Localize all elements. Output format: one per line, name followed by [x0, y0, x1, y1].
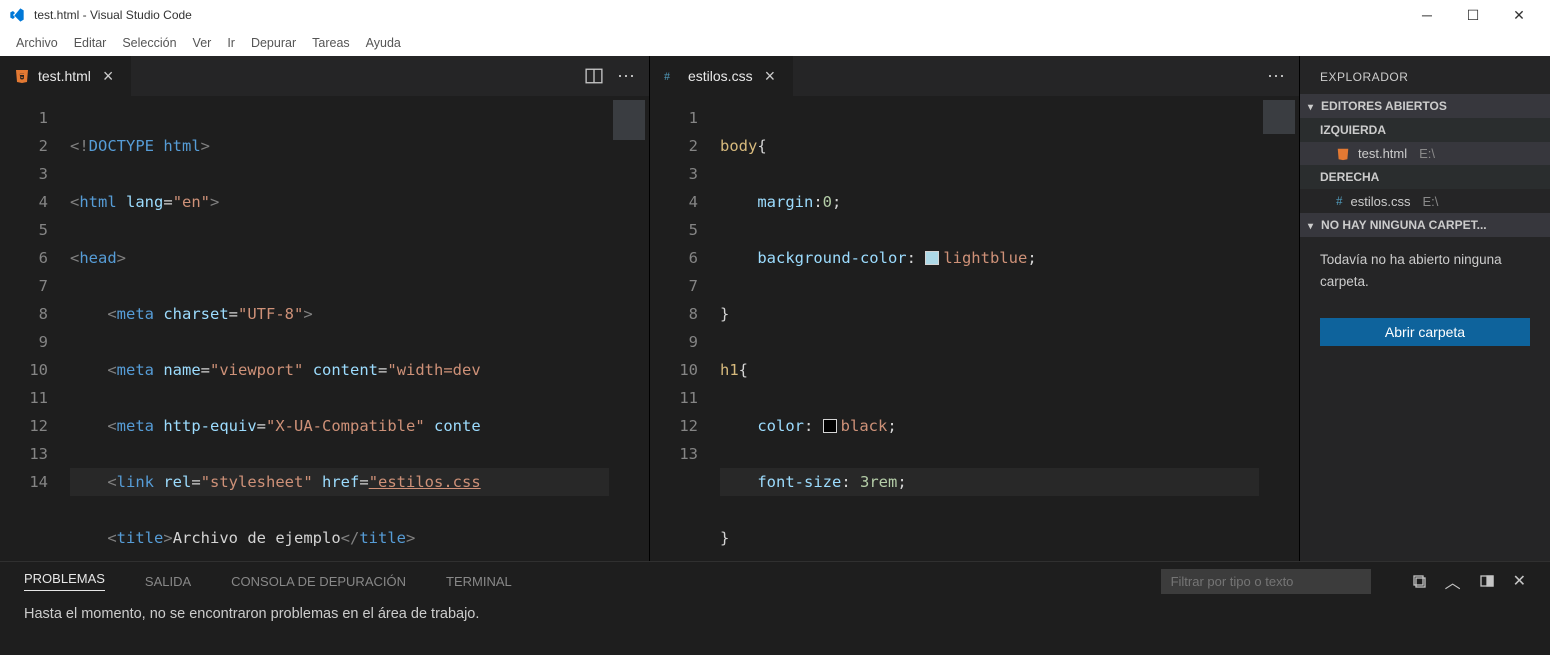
- group-right-header[interactable]: DERECHA: [1300, 165, 1550, 189]
- editor-group-left: test.html × ⋯ 1234567891011121314 <!DOCT…: [0, 56, 650, 561]
- panel-filter-input[interactable]: [1161, 569, 1371, 594]
- close-tab-icon[interactable]: ×: [761, 66, 780, 87]
- close-panel-icon[interactable]: ✕: [1513, 571, 1526, 591]
- explorer-title: EXPLORADOR: [1300, 56, 1550, 94]
- toggle-layout-icon[interactable]: [1479, 573, 1495, 589]
- maximize-button[interactable]: ☐: [1450, 0, 1496, 30]
- tab-estilos-css[interactable]: # estilos.css ×: [650, 56, 793, 96]
- open-folder-button[interactable]: Abrir carpeta: [1320, 318, 1530, 346]
- tab-label: estilos.css: [688, 68, 753, 84]
- no-folder-header[interactable]: NO HAY NINGUNA CARPET...: [1300, 213, 1550, 237]
- minimize-button[interactable]: ─: [1404, 0, 1450, 30]
- window-title: test.html - Visual Studio Code: [34, 8, 192, 22]
- titlebar: test.html - Visual Studio Code ─ ☐ ✕: [0, 0, 1550, 30]
- color-swatch-lightblue: [925, 251, 939, 265]
- gutter: 12345678910111213: [650, 96, 720, 561]
- tab-label: test.html: [38, 68, 91, 84]
- menu-editar[interactable]: Editar: [66, 33, 115, 53]
- code-content[interactable]: body{ margin:0; background-color: lightb…: [720, 96, 1299, 561]
- menu-ir[interactable]: Ir: [219, 33, 243, 53]
- tabbar-left: test.html × ⋯: [0, 56, 649, 96]
- split-editor-icon[interactable]: [585, 67, 603, 85]
- svg-text:#: #: [664, 69, 670, 83]
- collapse-all-icon[interactable]: [1411, 573, 1427, 589]
- panel-tab-salida[interactable]: SALIDA: [145, 574, 191, 589]
- open-editor-estilos-css[interactable]: # estilos.css E:\: [1300, 189, 1550, 213]
- file-location: E:\: [1422, 194, 1438, 209]
- html-file-icon: [1336, 147, 1350, 161]
- menu-ayuda[interactable]: Ayuda: [358, 33, 409, 53]
- chevron-up-icon[interactable]: ︿: [1445, 569, 1461, 593]
- tabbar-right: # estilos.css × ⋯: [650, 56, 1299, 96]
- css-file-icon: #: [1336, 193, 1343, 209]
- tab-test-html[interactable]: test.html ×: [0, 56, 131, 96]
- minimap[interactable]: [609, 96, 649, 561]
- group-left-header[interactable]: IZQUIERDA: [1300, 118, 1550, 142]
- no-folder-message: Todavía no ha abierto ninguna carpeta.: [1300, 237, 1550, 304]
- editor-area: test.html × ⋯ 1234567891011121314 <!DOCT…: [0, 56, 1300, 561]
- code-content[interactable]: <!DOCTYPE html> <html lang="en"> <head> …: [70, 96, 649, 561]
- close-window-button[interactable]: ✕: [1496, 0, 1542, 30]
- more-actions-icon[interactable]: ⋯: [1267, 66, 1285, 87]
- close-tab-icon[interactable]: ×: [99, 66, 118, 87]
- explorer-sidebar: EXPLORADOR EDITORES ABIERTOS IZQUIERDA t…: [1300, 56, 1550, 561]
- panel-message: Hasta el momento, no se encontraron prob…: [0, 600, 1550, 628]
- editor-group-right: # estilos.css × ⋯ 12345678910111213 body…: [650, 56, 1300, 561]
- code-editor-left[interactable]: 1234567891011121314 <!DOCTYPE html> <htm…: [0, 96, 649, 561]
- css-file-icon: #: [664, 68, 680, 84]
- workspace: test.html × ⋯ 1234567891011121314 <!DOCT…: [0, 56, 1550, 561]
- menu-archivo[interactable]: Archivo: [8, 33, 66, 53]
- menu-tareas[interactable]: Tareas: [304, 33, 358, 53]
- panel-tab-consola[interactable]: CONSOLA DE DEPURACIÓN: [231, 574, 406, 589]
- panel-tab-terminal[interactable]: TERMINAL: [446, 574, 512, 589]
- open-editor-test-html[interactable]: test.html E:\: [1300, 142, 1550, 165]
- color-swatch-black: [823, 419, 837, 433]
- menu-ver[interactable]: Ver: [185, 33, 220, 53]
- menubar: Archivo Editar Selección Ver Ir Depurar …: [0, 30, 1550, 56]
- menu-depurar[interactable]: Depurar: [243, 33, 304, 53]
- file-location: E:\: [1419, 146, 1435, 161]
- more-actions-icon[interactable]: ⋯: [617, 66, 635, 87]
- gutter: 1234567891011121314: [0, 96, 70, 561]
- file-name: test.html: [1358, 146, 1407, 161]
- open-editors-header[interactable]: EDITORES ABIERTOS: [1300, 94, 1550, 118]
- vscode-icon: [8, 6, 26, 24]
- minimap[interactable]: [1259, 96, 1299, 561]
- menu-seleccion[interactable]: Selección: [114, 33, 184, 53]
- html-file-icon: [14, 68, 30, 84]
- bottom-panel: PROBLEMAS SALIDA CONSOLA DE DEPURACIÓN T…: [0, 561, 1550, 655]
- code-editor-right[interactable]: 12345678910111213 body{ margin:0; backgr…: [650, 96, 1299, 561]
- panel-tab-problemas[interactable]: PROBLEMAS: [24, 571, 105, 591]
- file-name: estilos.css: [1351, 194, 1411, 209]
